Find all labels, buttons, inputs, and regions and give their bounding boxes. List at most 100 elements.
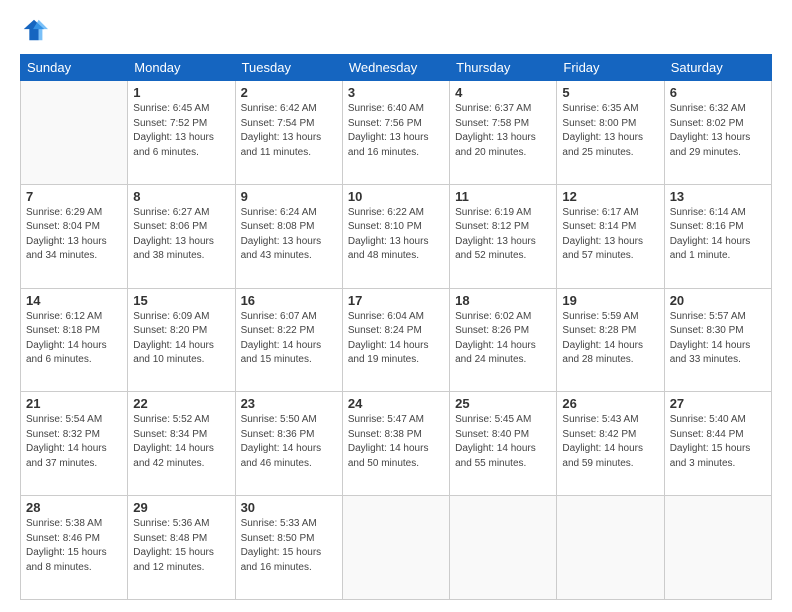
day-number: 8 <box>133 189 229 204</box>
day-info: Sunrise: 5:54 AMSunset: 8:32 PMDaylight:… <box>26 413 122 471</box>
page: SundayMondayTuesdayWednesdayThursdayFrid… <box>0 0 792 612</box>
calendar-cell: 2Sunrise: 6:42 AMSunset: 7:54 PMDaylight… <box>235 81 342 185</box>
calendar-cell: 24 Sunrise: 5:47 AMSunset: 8:38 PMDayligh… <box>342 392 449 496</box>
calendar-cell: 13 Sunrise: 6:14 AMSunset: 8:16 PMDayligh… <box>664 184 771 288</box>
calendar-cell: 20 Sunrise: 5:57 AMSunset: 8:30 PMDayligh… <box>664 288 771 392</box>
calendar-cell: 26 Sunrise: 5:43 AMSunset: 8:42 PMDayligh… <box>557 392 664 496</box>
day-number: 23 <box>241 396 337 411</box>
day-number: 27 <box>670 396 766 411</box>
day-number: 17 <box>348 293 444 308</box>
calendar-cell <box>557 496 664 600</box>
calendar-cell: 27 Sunrise: 5:40 AMSunset: 8:44 PMDayligh… <box>664 392 771 496</box>
calendar-cell <box>342 496 449 600</box>
calendar-cell: 4 Sunrise: 6:37 AMSunset: 7:58 PMDaylight… <box>450 81 557 185</box>
calendar-cell: 29Sunrise: 5:36 AMSunset: 8:48 PMDayligh… <box>128 496 235 600</box>
day-info: Sunrise: 6:17 AMSunset: 8:14 PMDaylight:… <box>562 206 658 264</box>
day-info: Sunrise: 5:43 AMSunset: 8:42 PMDaylight:… <box>562 413 658 471</box>
day-number: 22 <box>133 396 229 411</box>
day-info: Sunrise: 6:12 AMSunset: 8:18 PMDaylight:… <box>26 310 122 368</box>
day-number: 12 <box>562 189 658 204</box>
day-number: 3 <box>348 85 444 100</box>
weekday-header-friday: Friday <box>557 55 664 81</box>
calendar-cell: 16Sunrise: 6:07 AMSunset: 8:22 PMDayligh… <box>235 288 342 392</box>
day-info: Sunrise: 6:22 AMSunset: 8:10 PMDaylight:… <box>348 206 444 264</box>
day-number: 9 <box>241 189 337 204</box>
calendar-week-3: 14 Sunrise: 6:12 AMSunset: 8:18 PMDayligh… <box>21 288 772 392</box>
calendar-cell <box>664 496 771 600</box>
day-number: 5 <box>562 85 658 100</box>
day-number: 21 <box>26 396 122 411</box>
calendar-cell: 30 Sunrise: 5:33 AMSunset: 8:50 PMDayligh… <box>235 496 342 600</box>
calendar-cell: 19 Sunrise: 5:59 AMSunset: 8:28 PMDayligh… <box>557 288 664 392</box>
day-info: Sunrise: 5:40 AMSunset: 8:44 PMDaylight:… <box>670 413 766 471</box>
day-info: Sunrise: 6:32 AMSunset: 8:02 PMDaylight:… <box>670 102 766 160</box>
day-info: Sunrise: 6:04 AMSunset: 8:24 PMDaylight:… <box>348 310 444 368</box>
calendar-cell: 22 Sunrise: 5:52 AMSunset: 8:34 PMDayligh… <box>128 392 235 496</box>
calendar-cell: 1 Sunrise: 6:45 AMSunset: 7:52 PMDaylight… <box>128 81 235 185</box>
day-number: 24 <box>348 396 444 411</box>
day-number: 1 <box>133 85 229 100</box>
calendar-week-4: 21 Sunrise: 5:54 AMSunset: 8:32 PMDayligh… <box>21 392 772 496</box>
calendar-cell: 9 Sunrise: 6:24 AMSunset: 8:08 PMDaylight… <box>235 184 342 288</box>
day-number: 2 <box>241 85 337 100</box>
day-info: Sunrise: 6:35 AMSunset: 8:00 PMDaylight:… <box>562 102 658 160</box>
calendar-cell: 17 Sunrise: 6:04 AMSunset: 8:24 PMDayligh… <box>342 288 449 392</box>
day-number: 26 <box>562 396 658 411</box>
day-info: Sunrise: 5:36 AMSunset: 8:48 PMDaylight:… <box>133 517 229 575</box>
calendar-cell: 11 Sunrise: 6:19 AMSunset: 8:12 PMDayligh… <box>450 184 557 288</box>
calendar-cell: 5 Sunrise: 6:35 AMSunset: 8:00 PMDaylight… <box>557 81 664 185</box>
calendar-cell <box>450 496 557 600</box>
day-info: Sunrise: 6:14 AMSunset: 8:16 PMDaylight:… <box>670 206 766 264</box>
calendar-cell: 8 Sunrise: 6:27 AMSunset: 8:06 PMDaylight… <box>128 184 235 288</box>
day-number: 14 <box>26 293 122 308</box>
calendar-cell: 15Sunrise: 6:09 AMSunset: 8:20 PMDayligh… <box>128 288 235 392</box>
calendar-cell: 23Sunrise: 5:50 AMSunset: 8:36 PMDayligh… <box>235 392 342 496</box>
calendar-cell: 7 Sunrise: 6:29 AMSunset: 8:04 PMDaylight… <box>21 184 128 288</box>
weekday-header-wednesday: Wednesday <box>342 55 449 81</box>
calendar-week-1: 1 Sunrise: 6:45 AMSunset: 7:52 PMDaylight… <box>21 81 772 185</box>
day-info: Sunrise: 6:27 AMSunset: 8:06 PMDaylight:… <box>133 206 229 264</box>
weekday-header-tuesday: Tuesday <box>235 55 342 81</box>
calendar-cell: 12 Sunrise: 6:17 AMSunset: 8:14 PMDayligh… <box>557 184 664 288</box>
calendar-cell: 18Sunrise: 6:02 AMSunset: 8:26 PMDayligh… <box>450 288 557 392</box>
calendar-week-5: 28Sunrise: 5:38 AMSunset: 8:46 PMDayligh… <box>21 496 772 600</box>
day-number: 13 <box>670 189 766 204</box>
day-info: Sunrise: 6:09 AMSunset: 8:20 PMDaylight:… <box>133 310 229 368</box>
day-number: 28 <box>26 500 122 515</box>
weekday-header-sunday: Sunday <box>21 55 128 81</box>
weekday-header-thursday: Thursday <box>450 55 557 81</box>
day-info: Sunrise: 5:33 AMSunset: 8:50 PMDaylight:… <box>241 517 337 575</box>
day-number: 7 <box>26 189 122 204</box>
calendar-cell: 21 Sunrise: 5:54 AMSunset: 8:32 PMDayligh… <box>21 392 128 496</box>
weekday-header-saturday: Saturday <box>664 55 771 81</box>
logo-icon <box>20 16 48 44</box>
weekday-header-monday: Monday <box>128 55 235 81</box>
logo <box>20 16 52 44</box>
day-info: Sunrise: 6:29 AMSunset: 8:04 PMDaylight:… <box>26 206 122 264</box>
calendar-cell: 10Sunrise: 6:22 AMSunset: 8:10 PMDayligh… <box>342 184 449 288</box>
day-info: Sunrise: 6:24 AMSunset: 8:08 PMDaylight:… <box>241 206 337 264</box>
calendar-cell: 25 Sunrise: 5:45 AMSunset: 8:40 PMDayligh… <box>450 392 557 496</box>
weekday-header-row: SundayMondayTuesdayWednesdayThursdayFrid… <box>21 55 772 81</box>
day-number: 25 <box>455 396 551 411</box>
day-number: 11 <box>455 189 551 204</box>
day-number: 20 <box>670 293 766 308</box>
day-info: Sunrise: 5:47 AMSunset: 8:38 PMDaylight:… <box>348 413 444 471</box>
day-info: Sunrise: 6:37 AMSunset: 7:58 PMDaylight:… <box>455 102 551 160</box>
calendar-cell: 3 Sunrise: 6:40 AMSunset: 7:56 PMDaylight… <box>342 81 449 185</box>
day-number: 16 <box>241 293 337 308</box>
day-info: Sunrise: 6:45 AMSunset: 7:52 PMDaylight:… <box>133 102 229 160</box>
day-info: Sunrise: 5:52 AMSunset: 8:34 PMDaylight:… <box>133 413 229 471</box>
day-info: Sunrise: 6:19 AMSunset: 8:12 PMDaylight:… <box>455 206 551 264</box>
calendar-cell <box>21 81 128 185</box>
day-number: 30 <box>241 500 337 515</box>
day-info: Sunrise: 6:40 AMSunset: 7:56 PMDaylight:… <box>348 102 444 160</box>
calendar-cell: 14 Sunrise: 6:12 AMSunset: 8:18 PMDayligh… <box>21 288 128 392</box>
day-info: Sunrise: 5:59 AMSunset: 8:28 PMDaylight:… <box>562 310 658 368</box>
day-info: Sunrise: 5:57 AMSunset: 8:30 PMDaylight:… <box>670 310 766 368</box>
day-number: 19 <box>562 293 658 308</box>
calendar-cell: 28Sunrise: 5:38 AMSunset: 8:46 PMDayligh… <box>21 496 128 600</box>
day-info: Sunrise: 5:45 AMSunset: 8:40 PMDaylight:… <box>455 413 551 471</box>
calendar-week-2: 7 Sunrise: 6:29 AMSunset: 8:04 PMDaylight… <box>21 184 772 288</box>
day-number: 4 <box>455 85 551 100</box>
